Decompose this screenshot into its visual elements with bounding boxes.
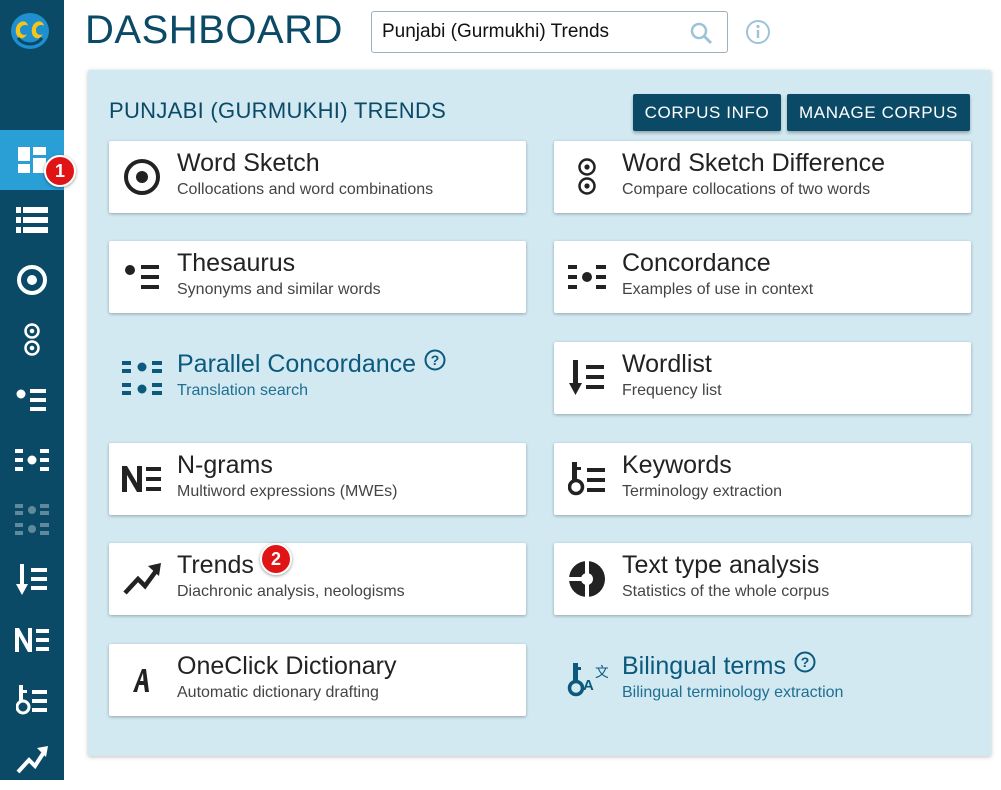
tool-subtitle: Statistics of the whole corpus xyxy=(622,583,830,600)
sidebar-item-word-sketch[interactable] xyxy=(0,250,64,310)
concordance-icon xyxy=(566,257,608,297)
sidebar-item-parallel-concordance[interactable] xyxy=(0,490,64,550)
word-sketch-difference-icon xyxy=(24,323,40,356)
tool-subtitle: Automatic dictionary drafting xyxy=(177,684,379,701)
corpus-panel: PUNJABI (GURMUKHI) TRENDS CORPUS INFO MA… xyxy=(88,70,991,756)
tool-subtitle: Bilingual terminology extraction xyxy=(622,684,844,701)
tool-subtitle: Compare collocations of two words xyxy=(622,181,871,198)
panel-title: PUNJABI (GURMUKHI) TRENDS xyxy=(109,98,447,123)
tool-title: Text type analysis xyxy=(622,551,820,579)
sidebar-item-ngrams[interactable] xyxy=(0,610,64,670)
corpus-list-icon xyxy=(16,207,48,233)
sidebar xyxy=(0,0,64,780)
help-icon[interactable]: ? xyxy=(424,349,446,378)
tool-title: Parallel Concordance? xyxy=(177,349,446,379)
sidebar-item-word-sketch-difference[interactable] xyxy=(0,310,64,370)
sidebar-item-concordance[interactable] xyxy=(0,430,64,490)
trends-icon xyxy=(16,746,48,774)
tool-subtitle: Terminology extraction xyxy=(622,483,783,500)
help-icon[interactable]: ? xyxy=(794,651,816,680)
thesaurus-icon xyxy=(121,257,163,297)
tool-card-keywords[interactable]: Keywords Terminology extraction xyxy=(554,443,971,515)
tool-title: Concordance xyxy=(622,249,771,277)
tool-subtitle: Multiword expressions (MWEs) xyxy=(177,483,398,500)
sidebar-item-corpus-list[interactable] xyxy=(0,190,64,250)
manage-corpus-button[interactable]: MANAGE CORPUS xyxy=(787,94,970,131)
ngrams-icon xyxy=(15,628,49,652)
tool-card-trends[interactable]: Trends Diachronic analysis, neologisms xyxy=(109,543,526,615)
annotation-badge-1: 1 xyxy=(44,155,76,187)
parallel-concordance-icon xyxy=(15,504,49,535)
tool-card-text-type-analysis[interactable]: Text type analysis Statistics of the who… xyxy=(554,543,971,615)
tool-title: OneClick Dictionary xyxy=(177,652,397,680)
sidebar-item-thesaurus[interactable] xyxy=(0,370,64,430)
tool-title: Thesaurus xyxy=(177,249,296,277)
word-sketch-difference-icon xyxy=(566,157,608,197)
corpus-info-button[interactable]: CORPUS INFO xyxy=(633,94,781,131)
ngrams-icon xyxy=(121,459,163,499)
tool-card-concordance[interactable]: Concordance Examples of use in context xyxy=(554,241,971,313)
tool-title: Keywords xyxy=(622,451,732,479)
tool-card-thesaurus[interactable]: Thesaurus Synonyms and similar words xyxy=(109,241,526,313)
tool-subtitle: Synonyms and similar words xyxy=(177,281,381,298)
tool-subtitle: Frequency list xyxy=(622,382,722,399)
annotation-badge-2: 2 xyxy=(260,543,292,575)
tool-title: Word Sketch xyxy=(177,149,320,177)
oneclick-dictionary-icon xyxy=(121,660,163,700)
word-sketch-icon xyxy=(17,265,47,295)
tool-title-text: Bilingual terms xyxy=(622,652,786,680)
search-icon[interactable] xyxy=(689,21,713,50)
tool-card-oneclick-dictionary[interactable]: OneClick Dictionary Automatic dictionary… xyxy=(109,644,526,716)
wordlist-icon xyxy=(566,358,608,398)
search-input[interactable] xyxy=(382,12,682,52)
sidebar-item-keywords[interactable] xyxy=(0,670,64,730)
bilingual-terms-icon: A文 xyxy=(566,660,608,700)
sketch-engine-logo[interactable] xyxy=(10,12,50,50)
tool-card-wordlist[interactable]: Wordlist Frequency list xyxy=(554,342,971,414)
search-box[interactable] xyxy=(371,11,728,53)
svg-text:A: A xyxy=(583,677,594,694)
keywords-icon xyxy=(566,459,608,499)
tool-title: Bilingual terms? xyxy=(622,651,816,681)
info-icon[interactable] xyxy=(745,19,771,50)
page-title: DASHBOARD xyxy=(85,8,343,52)
tool-title-text: Parallel Concordance xyxy=(177,350,417,378)
sidebar-item-wordlist[interactable] xyxy=(0,550,64,610)
parallel-concordance-icon xyxy=(121,358,163,398)
tool-card-bilingual-terms[interactable]: A文 Bilingual terms? Bilingual terminolog… xyxy=(554,644,971,716)
tool-card-word-sketch-difference[interactable]: Word Sketch Difference Compare collocati… xyxy=(554,141,971,213)
dashboard-icon xyxy=(18,147,46,173)
keywords-icon xyxy=(16,685,47,715)
svg-text:?: ? xyxy=(801,654,810,670)
svg-text:?: ? xyxy=(431,352,440,368)
text-type-analysis-icon xyxy=(566,559,608,599)
tool-subtitle: Examples of use in context xyxy=(622,281,814,298)
tool-subtitle: Collocations and word combinations xyxy=(177,181,434,198)
tool-title: Trends xyxy=(177,551,254,579)
tool-card-ngrams[interactable]: N-grams Multiword expressions (MWEs) xyxy=(109,443,526,515)
tool-title: Wordlist xyxy=(622,350,712,378)
trends-icon xyxy=(121,559,163,599)
tool-subtitle: Translation search xyxy=(177,382,309,399)
concordance-icon xyxy=(15,449,49,471)
tool-subtitle: Diachronic analysis, neologisms xyxy=(177,583,405,600)
sidebar-item-trends[interactable] xyxy=(0,730,64,790)
tool-title: Word Sketch Difference xyxy=(622,149,886,177)
tool-title: N-grams xyxy=(177,451,273,479)
thesaurus-icon xyxy=(16,389,46,411)
tool-card-parallel-concordance[interactable]: Parallel Concordance? Translation search xyxy=(109,342,526,414)
svg-text:文: 文 xyxy=(595,664,608,680)
tool-card-word-sketch[interactable]: Word Sketch Collocations and word combin… xyxy=(109,141,526,213)
word-sketch-icon xyxy=(121,157,163,197)
wordlist-icon xyxy=(16,564,47,595)
